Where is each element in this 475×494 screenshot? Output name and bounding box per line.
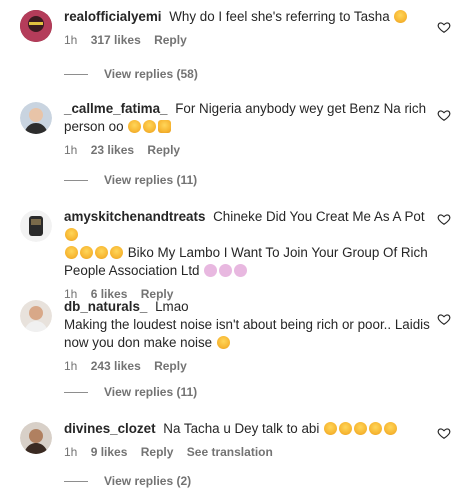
comment-username[interactable]: divines_clozet: [64, 421, 156, 436]
comment-time: 1h: [64, 445, 78, 459]
laughing-emoji-icon: [143, 120, 157, 133]
divider: [64, 481, 88, 483]
view-replies-button[interactable]: View replies (11): [64, 385, 197, 399]
yellow-heart-icon: [158, 120, 172, 133]
avatar[interactable]: [20, 210, 52, 242]
laughing-emoji-icon: [128, 120, 142, 133]
heart-icon[interactable]: [437, 312, 451, 326]
avatar[interactable]: [20, 10, 52, 42]
comment-text: Why do I feel she's referring to Tasha: [169, 9, 390, 24]
comment-username[interactable]: _callme_fatima_: [64, 101, 167, 116]
heart-icon[interactable]: [437, 108, 451, 122]
comment-username[interactable]: db_naturals_: [64, 299, 147, 314]
comment-likes[interactable]: 9 likes: [91, 445, 128, 459]
crying-emoji-icon: [65, 228, 78, 241]
comment-username[interactable]: amyskitchenandtreats: [64, 209, 205, 224]
comment-text: Lmao: [155, 299, 189, 314]
divider: [64, 180, 88, 182]
view-replies-button[interactable]: View replies (58): [64, 67, 198, 81]
view-replies-button[interactable]: View replies (2): [64, 474, 191, 488]
laughing-emoji-icon: [324, 422, 338, 435]
comment-likes[interactable]: 317 likes: [91, 33, 141, 47]
divider: [64, 74, 88, 76]
comment-text-continued: Making the loudest noise isn't about bei…: [64, 317, 430, 350]
laughing-emoji-icon: [354, 422, 368, 435]
laughing-emoji-icon: [394, 10, 408, 23]
divider: [64, 392, 88, 394]
comment-likes[interactable]: 243 likes: [91, 359, 141, 373]
crying-emoji-icon: [95, 246, 108, 259]
heart-icon[interactable]: [437, 426, 451, 440]
comment-time: 1h: [64, 33, 78, 47]
reply-button[interactable]: Reply: [154, 33, 187, 47]
crying-emoji-icon: [80, 246, 93, 259]
comment-time: 1h: [64, 143, 78, 157]
reply-button[interactable]: Reply: [154, 359, 187, 373]
crying-emoji-icon: [110, 246, 123, 259]
heart-icon[interactable]: [437, 212, 451, 226]
laughing-emoji-icon: [216, 336, 230, 349]
comment-username[interactable]: realofficialyemi: [64, 9, 162, 24]
laughing-emoji-icon: [339, 422, 353, 435]
reply-button[interactable]: Reply: [141, 445, 174, 459]
comment-time: 1h: [64, 359, 78, 373]
comment-likes[interactable]: 23 likes: [91, 143, 134, 157]
avatar[interactable]: [20, 300, 52, 332]
view-replies-button[interactable]: View replies (11): [64, 173, 197, 187]
pray-emoji-icon: [234, 264, 248, 277]
pray-emoji-icon: [204, 264, 218, 277]
see-translation-button[interactable]: See translation: [187, 445, 273, 459]
laughing-emoji-icon: [369, 422, 383, 435]
avatar[interactable]: [20, 422, 52, 454]
reply-button[interactable]: Reply: [147, 143, 180, 157]
laughing-emoji-icon: [384, 422, 398, 435]
heart-icon[interactable]: [437, 20, 451, 34]
avatar[interactable]: [20, 102, 52, 134]
crying-emoji-icon: [65, 246, 78, 259]
comment-text: Chineke Did You Creat Me As A Pot: [213, 209, 425, 224]
comment-text: Na Tacha u Dey talk to abi: [163, 421, 320, 436]
pray-emoji-icon: [219, 264, 233, 277]
